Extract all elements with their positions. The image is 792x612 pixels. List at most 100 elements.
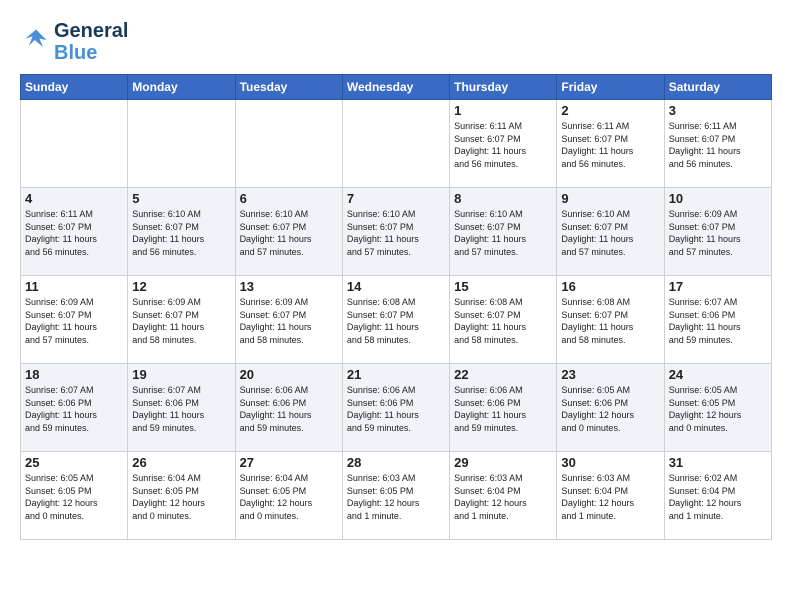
day-info: Sunrise: 6:07 AM Sunset: 6:06 PM Dayligh… bbox=[669, 296, 767, 346]
day-number: 28 bbox=[347, 455, 445, 470]
calendar-cell: 28 Sunrise: 6:03 AM Sunset: 6:05 PM Dayli… bbox=[342, 452, 449, 540]
day-number: 31 bbox=[669, 455, 767, 470]
day-info: Sunrise: 6:10 AM Sunset: 6:07 PM Dayligh… bbox=[132, 208, 230, 258]
calendar-cell: 14 Sunrise: 6:08 AM Sunset: 6:07 PM Dayli… bbox=[342, 276, 449, 364]
day-number: 22 bbox=[454, 367, 552, 382]
calendar-cell bbox=[235, 100, 342, 188]
calendar-cell: 29 Sunrise: 6:03 AM Sunset: 6:04 PM Dayli… bbox=[450, 452, 557, 540]
calendar-cell: 13 Sunrise: 6:09 AM Sunset: 6:07 PM Dayli… bbox=[235, 276, 342, 364]
day-number: 13 bbox=[240, 279, 338, 294]
day-number: 12 bbox=[132, 279, 230, 294]
day-info: Sunrise: 6:11 AM Sunset: 6:07 PM Dayligh… bbox=[669, 120, 767, 170]
weekday-header-saturday: Saturday bbox=[664, 75, 771, 100]
calendar-cell: 1Sunrise: 6:11 AM Sunset: 6:07 PM Daylig… bbox=[450, 100, 557, 188]
day-info: Sunrise: 6:05 AM Sunset: 6:06 PM Dayligh… bbox=[561, 384, 659, 434]
day-info: Sunrise: 6:06 AM Sunset: 6:06 PM Dayligh… bbox=[454, 384, 552, 434]
day-number: 29 bbox=[454, 455, 552, 470]
calendar-cell: 27Sunrise: 6:04 AM Sunset: 6:05 PM Dayli… bbox=[235, 452, 342, 540]
day-info: Sunrise: 6:07 AM Sunset: 6:06 PM Dayligh… bbox=[25, 384, 123, 434]
calendar-cell: 22 Sunrise: 6:06 AM Sunset: 6:06 PM Dayli… bbox=[450, 364, 557, 452]
day-info: Sunrise: 6:10 AM Sunset: 6:07 PM Dayligh… bbox=[561, 208, 659, 258]
day-number: 2 bbox=[561, 103, 659, 118]
day-info: Sunrise: 6:09 AM Sunset: 6:07 PM Dayligh… bbox=[240, 296, 338, 346]
calendar-cell: 12 Sunrise: 6:09 AM Sunset: 6:07 PM Dayli… bbox=[128, 276, 235, 364]
day-number: 20 bbox=[240, 367, 338, 382]
day-info: Sunrise: 6:05 AM Sunset: 6:05 PM Dayligh… bbox=[25, 472, 123, 522]
day-number: 17 bbox=[669, 279, 767, 294]
day-info: Sunrise: 6:08 AM Sunset: 6:07 PM Dayligh… bbox=[454, 296, 552, 346]
calendar-cell: 15 Sunrise: 6:08 AM Sunset: 6:07 PM Dayli… bbox=[450, 276, 557, 364]
page-header: General Blue bbox=[20, 20, 772, 64]
calendar-cell: 20 Sunrise: 6:06 AM Sunset: 6:06 PM Dayli… bbox=[235, 364, 342, 452]
day-number: 5 bbox=[132, 191, 230, 206]
day-number: 18 bbox=[25, 367, 123, 382]
calendar-cell bbox=[342, 100, 449, 188]
calendar-cell: 6 Sunrise: 6:10 AM Sunset: 6:07 PM Daylig… bbox=[235, 188, 342, 276]
day-number: 8 bbox=[454, 191, 552, 206]
day-info: Sunrise: 6:11 AM Sunset: 6:07 PM Dayligh… bbox=[454, 120, 552, 170]
calendar-cell: 25 Sunrise: 6:05 AM Sunset: 6:05 PM Dayli… bbox=[21, 452, 128, 540]
calendar-table: SundayMondayTuesdayWednesdayThursdayFrid… bbox=[20, 74, 772, 540]
day-info: Sunrise: 6:07 AM Sunset: 6:06 PM Dayligh… bbox=[132, 384, 230, 434]
calendar-cell: 10 Sunrise: 6:09 AM Sunset: 6:07 PM Dayli… bbox=[664, 188, 771, 276]
day-number: 11 bbox=[25, 279, 123, 294]
calendar-cell bbox=[21, 100, 128, 188]
calendar-cell: 9Sunrise: 6:10 AM Sunset: 6:07 PM Daylig… bbox=[557, 188, 664, 276]
logo-general: General bbox=[54, 20, 128, 42]
day-info: Sunrise: 6:10 AM Sunset: 6:07 PM Dayligh… bbox=[240, 208, 338, 258]
day-info: Sunrise: 6:03 AM Sunset: 6:04 PM Dayligh… bbox=[454, 472, 552, 522]
calendar-cell: 19 Sunrise: 6:07 AM Sunset: 6:06 PM Dayli… bbox=[128, 364, 235, 452]
calendar-cell: 31 Sunrise: 6:02 AM Sunset: 6:04 PM Dayli… bbox=[664, 452, 771, 540]
day-info: Sunrise: 6:11 AM Sunset: 6:07 PM Dayligh… bbox=[561, 120, 659, 170]
day-number: 27 bbox=[240, 455, 338, 470]
day-number: 19 bbox=[132, 367, 230, 382]
day-info: Sunrise: 6:03 AM Sunset: 6:04 PM Dayligh… bbox=[561, 472, 659, 522]
day-info: Sunrise: 6:10 AM Sunset: 6:07 PM Dayligh… bbox=[454, 208, 552, 258]
day-info: Sunrise: 6:06 AM Sunset: 6:06 PM Dayligh… bbox=[347, 384, 445, 434]
day-number: 30 bbox=[561, 455, 659, 470]
day-number: 21 bbox=[347, 367, 445, 382]
calendar-week-row: 1Sunrise: 6:11 AM Sunset: 6:07 PM Daylig… bbox=[21, 100, 772, 188]
day-number: 26 bbox=[132, 455, 230, 470]
weekday-header-monday: Monday bbox=[128, 75, 235, 100]
day-number: 25 bbox=[25, 455, 123, 470]
calendar-cell: 5 Sunrise: 6:10 AM Sunset: 6:07 PM Daylig… bbox=[128, 188, 235, 276]
calendar-week-row: 4Sunrise: 6:11 AM Sunset: 6:07 PM Daylig… bbox=[21, 188, 772, 276]
day-info: Sunrise: 6:03 AM Sunset: 6:05 PM Dayligh… bbox=[347, 472, 445, 522]
calendar-cell: 23 Sunrise: 6:05 AM Sunset: 6:06 PM Dayli… bbox=[557, 364, 664, 452]
calendar-cell bbox=[128, 100, 235, 188]
weekday-header-wednesday: Wednesday bbox=[342, 75, 449, 100]
calendar-header-row: SundayMondayTuesdayWednesdayThursdayFrid… bbox=[21, 75, 772, 100]
day-number: 16 bbox=[561, 279, 659, 294]
weekday-header-sunday: Sunday bbox=[21, 75, 128, 100]
day-number: 3 bbox=[669, 103, 767, 118]
calendar-cell: 16 Sunrise: 6:08 AM Sunset: 6:07 PM Dayli… bbox=[557, 276, 664, 364]
day-number: 23 bbox=[561, 367, 659, 382]
day-info: Sunrise: 6:06 AM Sunset: 6:06 PM Dayligh… bbox=[240, 384, 338, 434]
day-info: Sunrise: 6:10 AM Sunset: 6:07 PM Dayligh… bbox=[347, 208, 445, 258]
day-number: 15 bbox=[454, 279, 552, 294]
calendar-cell: 8 Sunrise: 6:10 AM Sunset: 6:07 PM Daylig… bbox=[450, 188, 557, 276]
day-info: Sunrise: 6:08 AM Sunset: 6:07 PM Dayligh… bbox=[561, 296, 659, 346]
calendar-week-row: 25 Sunrise: 6:05 AM Sunset: 6:05 PM Dayli… bbox=[21, 452, 772, 540]
day-info: Sunrise: 6:08 AM Sunset: 6:07 PM Dayligh… bbox=[347, 296, 445, 346]
day-number: 14 bbox=[347, 279, 445, 294]
calendar-week-row: 18 Sunrise: 6:07 AM Sunset: 6:06 PM Dayli… bbox=[21, 364, 772, 452]
calendar-cell: 4Sunrise: 6:11 AM Sunset: 6:07 PM Daylig… bbox=[21, 188, 128, 276]
day-info: Sunrise: 6:09 AM Sunset: 6:07 PM Dayligh… bbox=[132, 296, 230, 346]
calendar-cell: 7Sunrise: 6:10 AM Sunset: 6:07 PM Daylig… bbox=[342, 188, 449, 276]
day-info: Sunrise: 6:04 AM Sunset: 6:05 PM Dayligh… bbox=[132, 472, 230, 522]
weekday-header-friday: Friday bbox=[557, 75, 664, 100]
day-info: Sunrise: 6:09 AM Sunset: 6:07 PM Dayligh… bbox=[669, 208, 767, 258]
day-number: 4 bbox=[25, 191, 123, 206]
day-number: 10 bbox=[669, 191, 767, 206]
day-info: Sunrise: 6:02 AM Sunset: 6:04 PM Dayligh… bbox=[669, 472, 767, 522]
calendar-cell: 21 Sunrise: 6:06 AM Sunset: 6:06 PM Dayli… bbox=[342, 364, 449, 452]
weekday-header-tuesday: Tuesday bbox=[235, 75, 342, 100]
day-info: Sunrise: 6:09 AM Sunset: 6:07 PM Dayligh… bbox=[25, 296, 123, 346]
day-number: 6 bbox=[240, 191, 338, 206]
logo-blue: Blue bbox=[54, 42, 128, 64]
calendar-cell: 3 Sunrise: 6:11 AM Sunset: 6:07 PM Daylig… bbox=[664, 100, 771, 188]
calendar-cell: 30 Sunrise: 6:03 AM Sunset: 6:04 PM Dayli… bbox=[557, 452, 664, 540]
logo: General Blue bbox=[20, 20, 128, 64]
